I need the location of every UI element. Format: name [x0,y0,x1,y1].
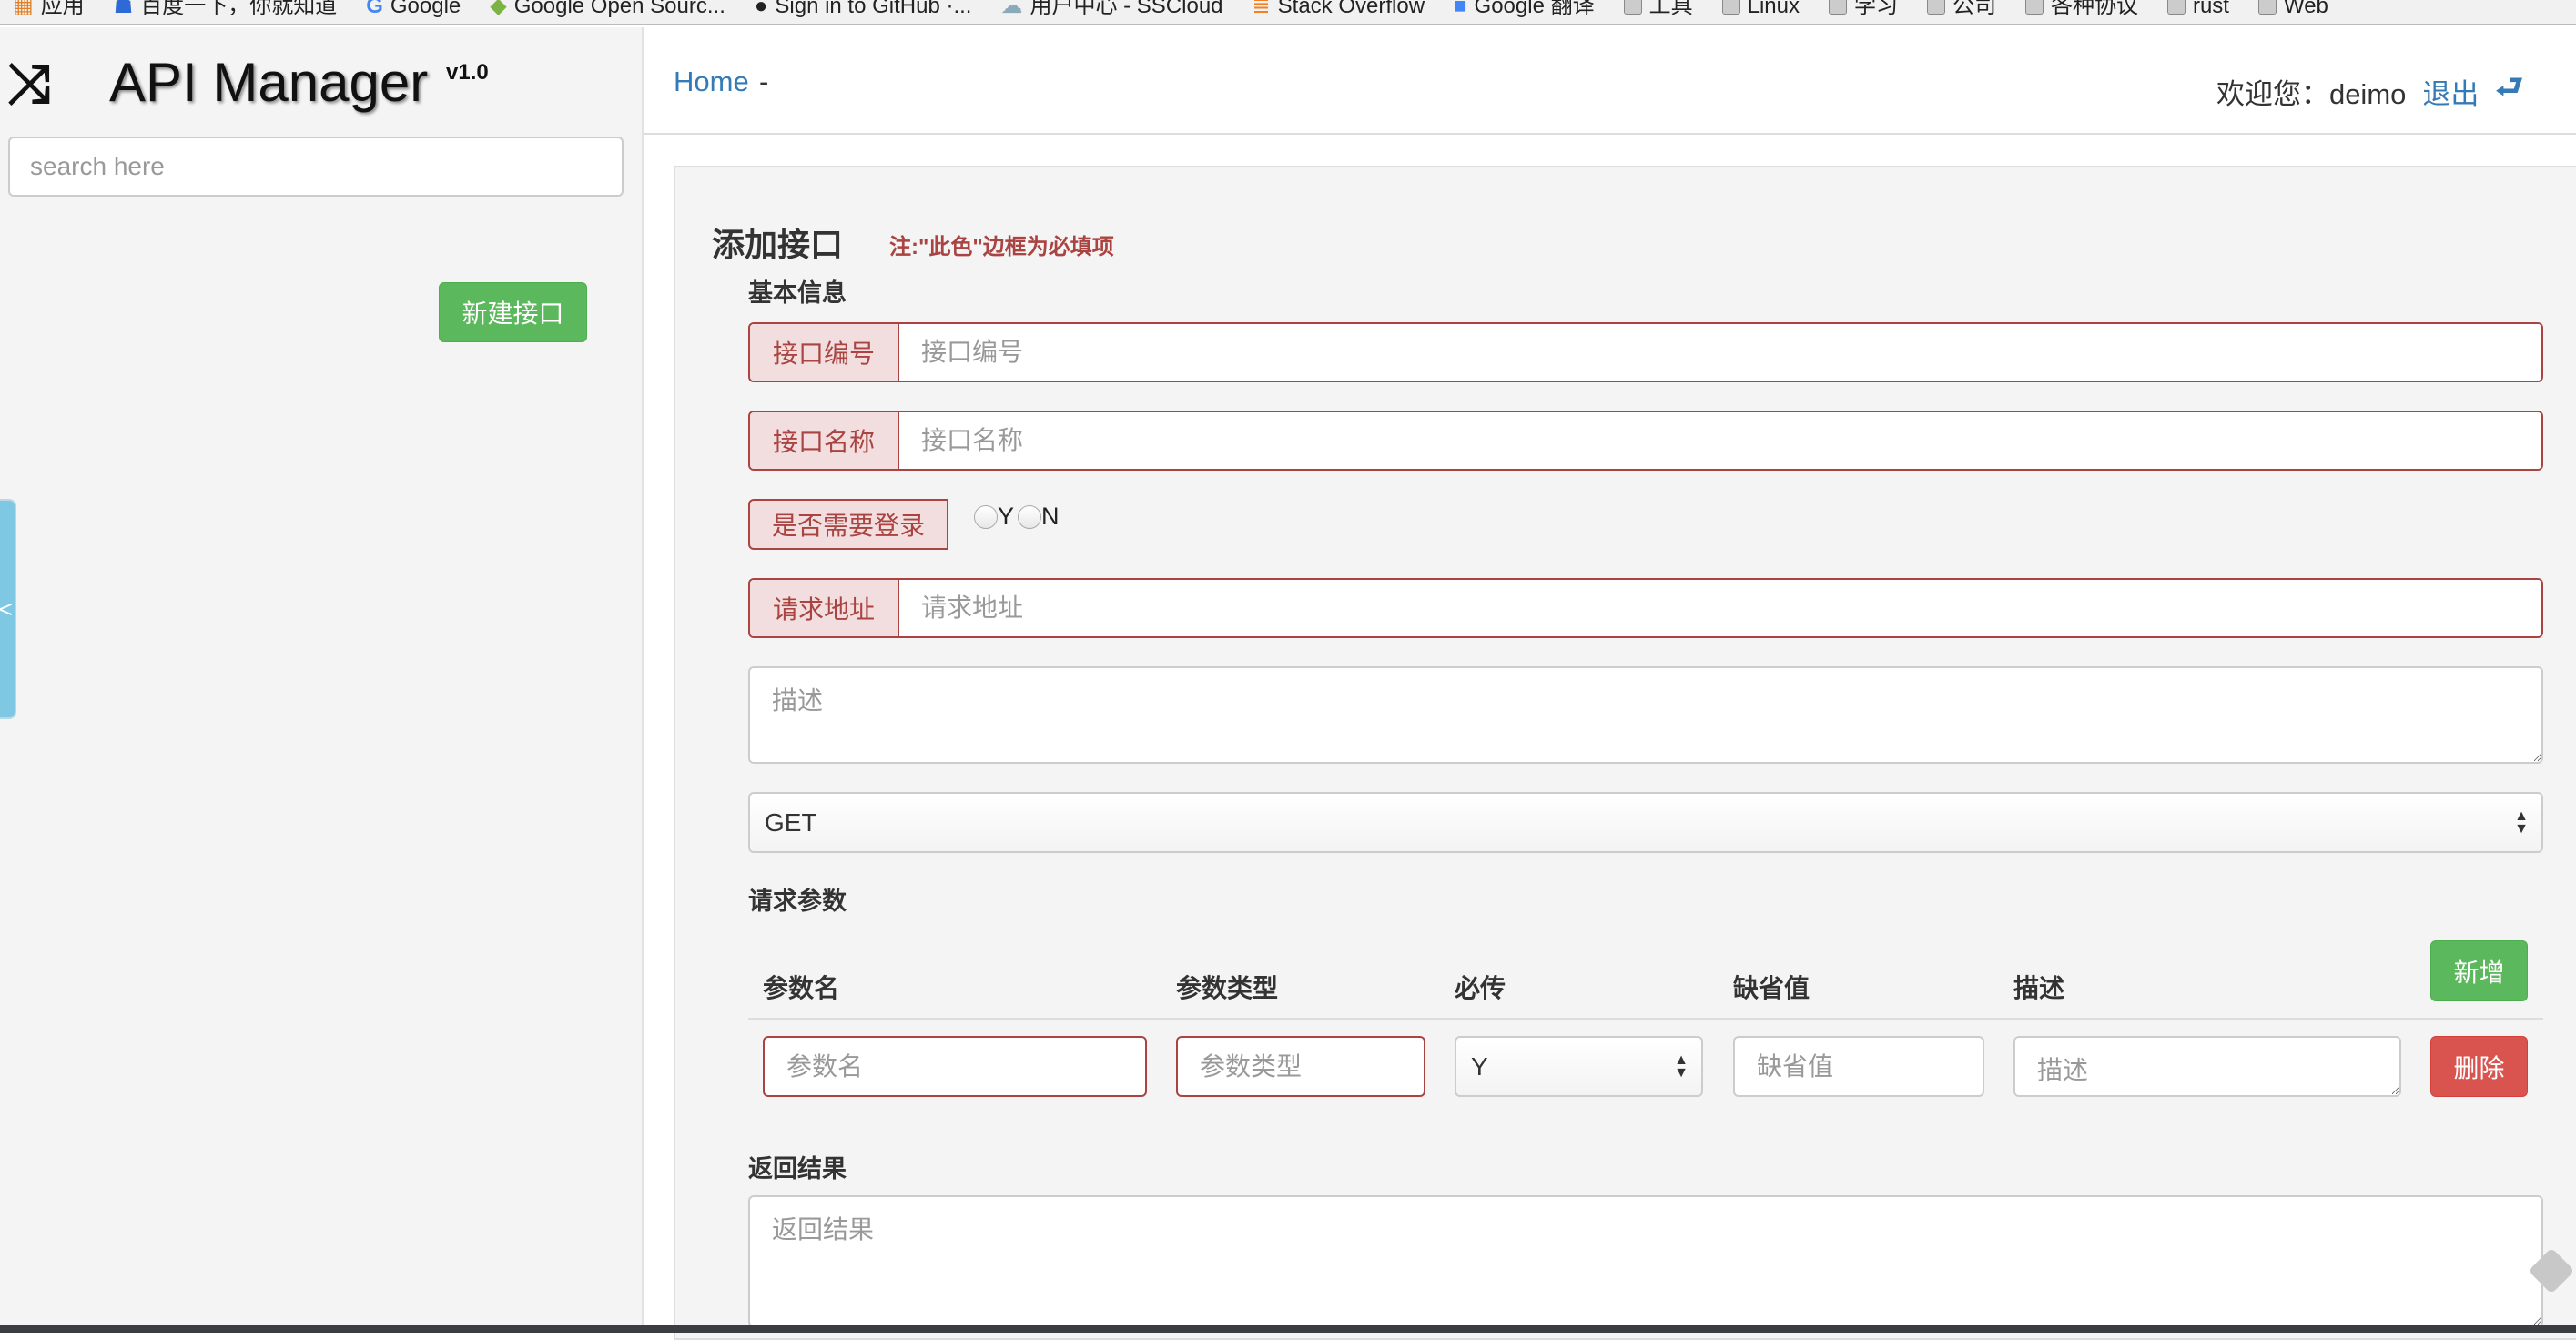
api-no-input[interactable] [899,324,2541,381]
login-required-label: 是否需要登录 [748,499,948,550]
welcome-label: 欢迎您： [2216,78,2329,110]
bookmark-baidu[interactable]: ☗ 百度一下，你就知道 [113,0,338,18]
folder-icon [1828,0,1847,15]
method-value: GET [765,807,817,837]
bookmark-folder-study[interactable]: 学习 [1828,0,1898,17]
bookmark-folder-protocols[interactable]: 各种协议 [2024,0,2138,17]
top-header: Home - 欢迎您：deimo 退出 ⮐ [644,27,2576,135]
bookmarks-bar: ▦ 应用 ☗ 百度一下，你就知道 G Google ◆ Google Open Sour… [0,0,2576,25]
bookmark-stackoverflow[interactable]: ≣ Stack Overflow [1252,0,1425,18]
col-param-name: 参数名 [763,974,840,1002]
radio-n[interactable] [1018,504,1042,529]
col-required: 必传 [1455,974,1506,1002]
col-param-type: 参数类型 [1176,974,1279,1002]
breadcrumb-separator: - [759,66,769,97]
apps-grid-icon: ▦ [13,0,34,18]
baidu-icon: ☗ [113,0,134,18]
param-type-input[interactable] [1176,1036,1425,1097]
bookmark-google-open-source[interactable]: ◆ Google Open Sourc... [490,0,725,18]
folder-icon [1623,0,1642,15]
delete-param-button[interactable]: 删除 [2430,1036,2528,1097]
description-textarea[interactable] [748,666,2543,764]
api-name-group: 接口名称 [748,411,2543,471]
param-required-select[interactable]: Y ▲ ▼ [1455,1036,1703,1097]
logout-link[interactable]: 退出 [2422,71,2479,112]
folder-icon [2257,0,2277,15]
bottom-edge [0,1325,2576,1333]
folder-icon [1926,0,1945,15]
stackoverflow-icon: ≣ [1252,0,1271,18]
radio-y-label: Y [998,502,1015,530]
basic-info-heading: 基本信息 [748,279,847,307]
user-info: 欢迎您：deimo 退出 ⮐ [2216,66,2523,117]
result-textarea[interactable] [748,1195,2543,1327]
url-label: 请求地址 [750,580,899,636]
welcome-text: 欢迎您：deimo [2216,71,2406,112]
api-name-label: 接口名称 [750,412,899,469]
method-select[interactable]: GET ▲ ▼ [748,792,2543,853]
folder-icon [1721,0,1740,15]
bookmark-folder-linux[interactable]: Linux [1721,0,1800,17]
bookmark-folder-company[interactable]: 公司 [1926,0,1996,17]
table-header-divider [748,1018,2543,1020]
login-radio-group: Y N [974,502,1060,531]
bookmark-github[interactable]: ● Sign in to GitHub ·... [754,0,972,18]
page-title: 添加接口 [712,226,844,263]
bookmark-folder-web[interactable]: Web [2257,0,2328,17]
param-name-input[interactable] [763,1036,1147,1097]
url-input[interactable] [899,580,2541,636]
logout-icon[interactable]: ⮐ [2495,66,2523,117]
folder-icon [2024,0,2044,15]
api-no-label: 接口编号 [750,324,899,381]
result-heading: 返回结果 [748,1155,847,1183]
params-heading: 请求参数 [748,888,847,915]
select-arrows-icon: ▲ ▼ [1674,1051,1689,1081]
url-group: 请求地址 [748,578,2543,638]
google-icon: G [366,0,383,18]
search-input[interactable] [8,137,624,197]
cloud-icon: ☁ [1000,0,1023,18]
breadcrumb-home[interactable]: Home [674,66,749,98]
bookmark-folder-tools[interactable]: 工具 [1623,0,1693,17]
app-title: API Manager [109,52,429,113]
github-icon: ● [754,0,768,18]
bookmark-google-translate[interactable]: ■ Google 翻译 [1454,0,1595,18]
col-description: 描述 [2013,974,2065,1002]
sidebar: ⤨ API Manager v1.0 新建接口 [0,27,644,1333]
username: deimo [2328,78,2407,110]
bookmark-google[interactable]: G Google [366,0,461,18]
radio-y[interactable] [974,504,998,529]
required-note: 注:"此色"边框为必填项 [889,235,1114,259]
param-default-input[interactable] [1733,1036,1984,1097]
add-param-button[interactable]: 新增 [2430,940,2528,1001]
select-arrows-icon: ▲ ▼ [2514,807,2529,837]
col-default: 缺省值 [1733,974,1810,1002]
radio-n-label: N [1041,502,1060,530]
param-required-value: Y [1471,1051,1488,1081]
sidebar-toggle-tab[interactable]: < [0,499,16,719]
folder-icon [2166,0,2186,15]
api-name-input[interactable] [899,412,2541,469]
param-desc-textarea[interactable] [2013,1036,2401,1097]
new-api-button[interactable]: 新建接口 [439,282,587,342]
app-version: v1.0 [446,60,489,85]
shuffle-icon: ⤨ [7,53,51,114]
google-translate-icon: ■ [1454,0,1467,18]
google-open-source-icon: ◆ [490,0,507,18]
bookmark-sscloud[interactable]: ☁ 用户中心 - SSCloud [1000,0,1222,18]
bookmark-apps[interactable]: ▦ 应用 [13,0,85,18]
bookmark-folder-rust[interactable]: rust [2166,0,2229,17]
api-no-group: 接口编号 [748,322,2543,382]
